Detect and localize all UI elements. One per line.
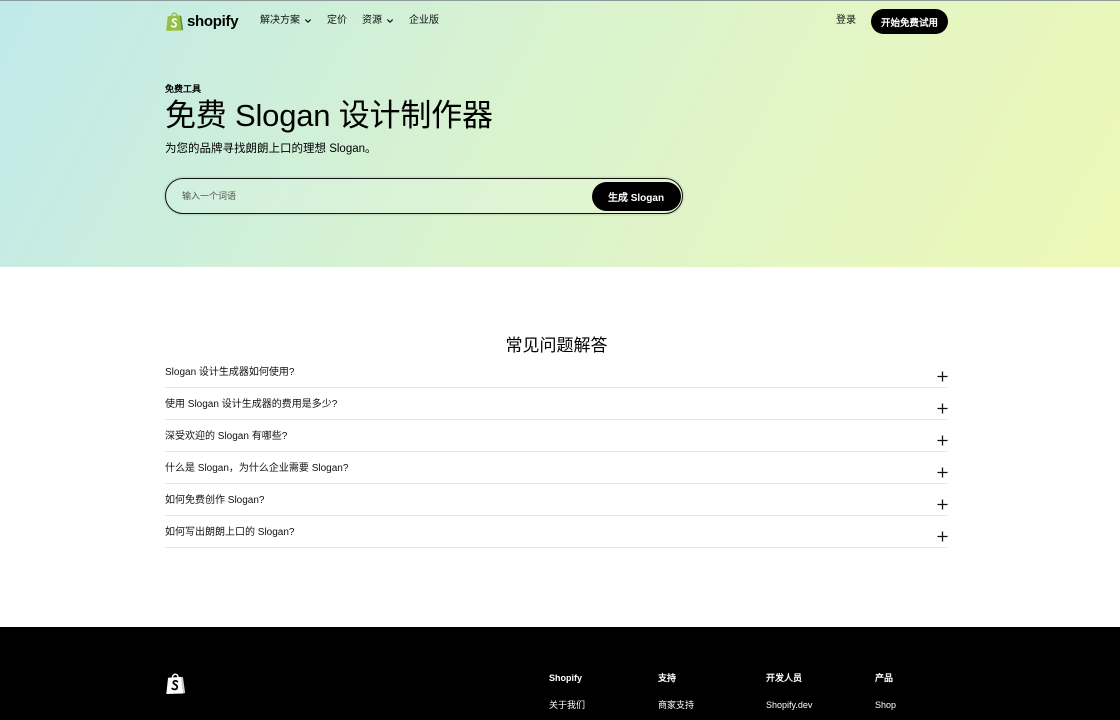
nav-item-label: 解决方案 <box>260 15 300 26</box>
nav-item-label: 企业版 <box>409 15 439 26</box>
nav-item-enterprise[interactable]: 企业版 <box>409 14 439 28</box>
nav-item-resources[interactable]: 资源 <box>362 14 394 28</box>
shopify-bag-icon <box>166 673 186 694</box>
slogan-search-form: 生成 Slogan <box>165 178 683 214</box>
faq-question: Slogan 设计生成器如何使用? <box>165 367 295 378</box>
faq-item[interactable]: 什么是 Slogan，为什么企业需要 Slogan? <box>165 452 948 484</box>
footer-column-developers: 开发人员 Shopify.dev <box>766 673 812 710</box>
shopify-bag-icon <box>166 12 184 31</box>
faq-item[interactable]: 深受欢迎的 Slogan 有哪些? <box>165 420 948 452</box>
page-title: 免费 Slogan 设计制作器 <box>165 98 493 133</box>
logo-wordmark: shopify <box>187 12 239 30</box>
faq-title: 常见问题解答 <box>505 336 608 355</box>
footer-column-heading: 开发人员 <box>766 673 803 683</box>
nav-item-solutions[interactable]: 解决方案 <box>260 14 312 28</box>
faq-question: 使用 Slogan 设计生成器的费用是多少? <box>165 399 338 410</box>
faq-question: 深受欢迎的 Slogan 有哪些? <box>165 431 288 442</box>
login-link[interactable]: 登录 <box>836 14 856 28</box>
chevron-down-icon <box>305 19 311 23</box>
footer-link[interactable]: 关于我们 <box>549 700 585 710</box>
plus-icon[interactable] <box>937 531 948 542</box>
footer-logo[interactable] <box>165 671 186 695</box>
footer-column-shopify: Shopify 关于我们 <box>549 673 585 710</box>
faq-question: 什么是 Slogan，为什么企业需要 Slogan? <box>165 463 349 474</box>
page-subtitle: 为您的品牌寻找朗朗上口的理想 Slogan。 <box>165 143 377 155</box>
faq-item[interactable]: 使用 Slogan 设计生成器的费用是多少? <box>165 388 948 420</box>
hero-section: shopify 解决方案 定价 资源 企业版 登录 开始免费试用 免费工具 免费… <box>0 0 1120 267</box>
plus-icon[interactable] <box>937 371 948 382</box>
footer-column-support: 支持 商家支持 <box>658 673 694 710</box>
chevron-down-icon <box>387 19 393 23</box>
plus-icon[interactable] <box>937 467 948 478</box>
plus-icon[interactable] <box>937 499 948 510</box>
faq-item[interactable]: Slogan 设计生成器如何使用? <box>165 356 948 388</box>
faq-question: 如何免费创作 Slogan? <box>165 495 265 506</box>
shopify-logo[interactable]: shopify <box>165 10 239 32</box>
footer-column-heading: 支持 <box>658 673 677 683</box>
faq-item[interactable]: 如何写出朗朗上口的 Slogan? <box>165 516 948 548</box>
eyebrow-label: 免费工具 <box>165 84 202 94</box>
footer-column-heading: Shopify <box>549 673 582 683</box>
footer-link[interactable]: 商家支持 <box>658 700 694 710</box>
faq-question: 如何写出朗朗上口的 Slogan? <box>165 527 295 538</box>
site-footer: Shopify 关于我们 支持 商家支持 开发人员 Shopify.dev 产品… <box>0 627 1120 720</box>
start-free-trial-button[interactable]: 开始免费试用 <box>871 9 948 34</box>
nav-item-pricing[interactable]: 定价 <box>327 14 347 28</box>
main-menu: 解决方案 定价 资源 企业版 <box>260 14 439 28</box>
nav-item-label: 资源 <box>362 15 382 26</box>
footer-link[interactable]: Shopify.dev <box>766 700 812 710</box>
nav-item-label: 定价 <box>327 15 347 26</box>
footer-link[interactable]: Shop <box>875 700 896 710</box>
footer-column-heading: 产品 <box>875 673 894 683</box>
faq-list: Slogan 设计生成器如何使用? 使用 Slogan 设计生成器的费用是多少?… <box>165 356 948 548</box>
generate-slogan-button[interactable]: 生成 Slogan <box>591 181 681 211</box>
keyword-input[interactable] <box>182 179 582 213</box>
footer-column-products: 产品 Shop <box>875 673 896 710</box>
plus-icon[interactable] <box>937 435 948 446</box>
faq-item[interactable]: 如何免费创作 Slogan? <box>165 484 948 516</box>
plus-icon[interactable] <box>937 403 948 414</box>
